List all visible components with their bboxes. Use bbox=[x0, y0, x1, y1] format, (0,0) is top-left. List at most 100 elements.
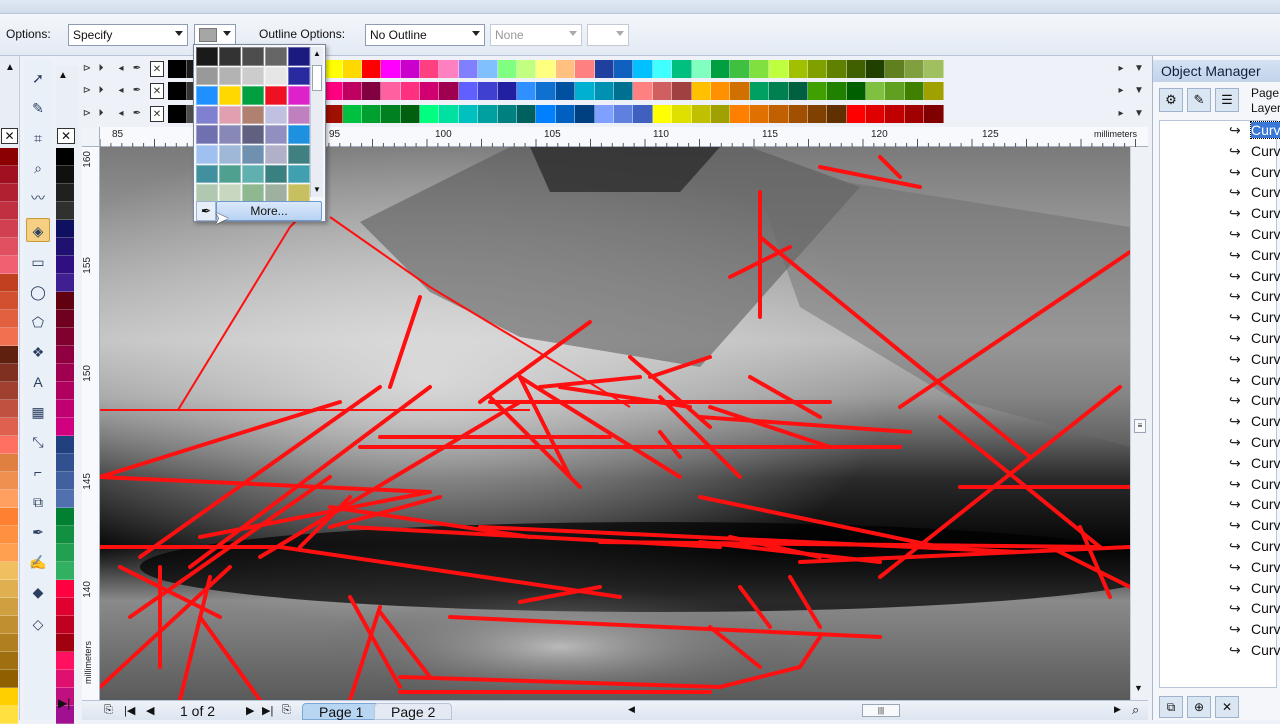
popup-color-swatch[interactable] bbox=[265, 144, 287, 164]
object-list-item[interactable]: ↪ Curv bbox=[1229, 640, 1280, 660]
palette-swatch[interactable] bbox=[400, 60, 421, 78]
palette-swatch[interactable] bbox=[458, 105, 479, 123]
palette-swatch[interactable] bbox=[0, 184, 18, 202]
hscroll-right-icon[interactable]: ▶ bbox=[1114, 704, 1121, 715]
edit-across-layers-icon[interactable]: ✎ bbox=[1187, 88, 1211, 112]
object-list-item[interactable]: ↪ Curv bbox=[1229, 349, 1280, 369]
popup-color-swatch[interactable] bbox=[196, 144, 218, 164]
first-page-icon[interactable]: |◀ bbox=[124, 704, 135, 717]
palette-swatch[interactable] bbox=[846, 105, 867, 123]
popup-color-swatch[interactable] bbox=[196, 164, 218, 184]
palette-swatch[interactable] bbox=[536, 105, 556, 123]
palette-swatch[interactable] bbox=[807, 60, 828, 78]
popup-color-swatch[interactable] bbox=[242, 105, 264, 125]
popup-color-swatch[interactable] bbox=[288, 86, 310, 105]
palette-swatch[interactable] bbox=[56, 580, 74, 598]
palette-swatch[interactable] bbox=[846, 60, 867, 78]
popup-color-swatch[interactable] bbox=[219, 164, 241, 184]
palette-swatch[interactable] bbox=[56, 526, 74, 544]
palette-swatch[interactable] bbox=[381, 105, 401, 123]
palette-swatch[interactable] bbox=[827, 105, 847, 123]
palette-row-3-play-icon[interactable]: ⏵ bbox=[94, 106, 108, 122]
palette-row-2-menu-icon[interactable]: ⊳ bbox=[80, 83, 94, 99]
popup-scrollbar[interactable]: ▲ ▼ bbox=[310, 47, 323, 197]
palette-swatch[interactable] bbox=[478, 60, 498, 78]
palette-swatch[interactable] bbox=[904, 105, 925, 123]
palette-row-1-expand-icon[interactable]: ▼ bbox=[1132, 61, 1146, 77]
palette-swatch[interactable] bbox=[56, 634, 74, 652]
object-list-item[interactable]: ↪ Curv bbox=[1229, 598, 1280, 618]
palette-swatch[interactable] bbox=[0, 490, 18, 508]
tab-page-2[interactable]: Page 2 bbox=[374, 703, 453, 720]
palette-swatch[interactable] bbox=[56, 400, 74, 418]
more-colors-button[interactable]: More... bbox=[216, 201, 322, 221]
popup-color-swatch[interactable] bbox=[242, 66, 264, 86]
palette-row-1-menu-icon[interactable]: ⊳ bbox=[80, 61, 94, 77]
palette-swatch[interactable] bbox=[56, 310, 74, 328]
palette-swatch[interactable] bbox=[56, 292, 74, 310]
palette-swatch[interactable] bbox=[652, 82, 673, 100]
object-list-item[interactable]: ↪ Curv bbox=[1229, 453, 1280, 473]
palette-swatch[interactable] bbox=[555, 105, 576, 123]
object-list-item[interactable]: ↪ Curv bbox=[1229, 494, 1280, 514]
palette-swatch[interactable] bbox=[0, 706, 18, 724]
drawing-canvas[interactable] bbox=[100, 147, 1130, 700]
popup-color-swatch[interactable] bbox=[196, 184, 218, 203]
palette-swatch[interactable] bbox=[361, 60, 382, 78]
show-properties-icon[interactable]: ⚙ bbox=[1159, 88, 1183, 112]
palette-swatch[interactable] bbox=[168, 105, 188, 123]
object-list-item[interactable]: ↪ Curv bbox=[1229, 328, 1280, 348]
popup-color-swatch[interactable] bbox=[265, 66, 287, 86]
palette-swatch[interactable] bbox=[342, 82, 362, 100]
palette-row-3-no-color-icon[interactable]: ✕ bbox=[150, 106, 164, 122]
palette-swatch[interactable] bbox=[904, 82, 925, 100]
palette-swatch[interactable] bbox=[730, 105, 750, 123]
outline-options-select[interactable]: No Outline bbox=[365, 24, 485, 46]
palette-swatch[interactable] bbox=[56, 544, 74, 562]
palette-row-3-expand-icon[interactable]: ▼ bbox=[1132, 106, 1146, 122]
palette-swatch[interactable] bbox=[56, 472, 74, 490]
palette-swatch[interactable] bbox=[0, 166, 18, 184]
popup-color-swatch[interactable] bbox=[196, 47, 218, 66]
palette-swatch[interactable] bbox=[323, 105, 343, 123]
palette-swatch[interactable] bbox=[710, 105, 731, 123]
object-list-item[interactable]: ↪ Curv bbox=[1229, 432, 1280, 452]
palette-swatch[interactable] bbox=[594, 82, 614, 100]
palette-swatch[interactable] bbox=[0, 292, 18, 310]
new-master-layer-icon[interactable]: ⊕ bbox=[1187, 696, 1211, 718]
pick-tool-icon[interactable]: ➚ bbox=[26, 66, 50, 90]
object-list-item[interactable]: ↪ Curv bbox=[1229, 245, 1280, 265]
object-list-item[interactable]: ↪ Curv bbox=[1229, 557, 1280, 577]
palette-swatch[interactable] bbox=[710, 82, 731, 100]
palette-swatch[interactable] bbox=[0, 202, 18, 220]
palette-swatch[interactable] bbox=[672, 60, 692, 78]
palette2-scroll-icon[interactable]: ▲ bbox=[58, 70, 68, 81]
popup-color-swatch[interactable] bbox=[219, 125, 241, 144]
object-list-item[interactable]: ↪ Curv bbox=[1229, 474, 1280, 494]
object-list-item[interactable]: ↪ Curv bbox=[1229, 578, 1280, 598]
palette-swatch[interactable] bbox=[56, 166, 74, 184]
popup-color-swatch[interactable] bbox=[219, 66, 241, 86]
palette-swatch[interactable] bbox=[0, 400, 18, 418]
palette-row-1-play-icon[interactable]: ⏵ bbox=[94, 61, 108, 77]
palette-swatch[interactable] bbox=[788, 60, 808, 78]
palette-swatch[interactable] bbox=[0, 508, 18, 526]
palette-swatch[interactable] bbox=[652, 60, 673, 78]
object-list-item[interactable]: ↪ Curv bbox=[1229, 390, 1280, 410]
shape-tool-icon[interactable]: ✎ bbox=[26, 96, 50, 120]
object-list-item[interactable]: ↪ Curv bbox=[1229, 266, 1280, 286]
object-list-item[interactable]: ↪ Curv bbox=[1229, 307, 1280, 327]
fill-options-select[interactable]: Specify bbox=[68, 24, 188, 46]
object-list-item[interactable]: ↪ Curv bbox=[1229, 411, 1280, 431]
palette-swatch[interactable] bbox=[633, 105, 653, 123]
palette-swatch[interactable] bbox=[672, 105, 692, 123]
popup-scroll-down-icon[interactable]: ▼ bbox=[313, 185, 321, 194]
palette-swatch[interactable] bbox=[56, 256, 74, 274]
palette-swatch[interactable] bbox=[0, 328, 18, 346]
palette-swatch[interactable] bbox=[517, 60, 537, 78]
palette-swatch[interactable] bbox=[730, 82, 750, 100]
palette-swatch[interactable] bbox=[0, 436, 18, 454]
palette-swatch[interactable] bbox=[517, 105, 537, 123]
palette-swatch[interactable] bbox=[56, 328, 74, 346]
popup-color-swatch[interactable] bbox=[265, 164, 287, 184]
